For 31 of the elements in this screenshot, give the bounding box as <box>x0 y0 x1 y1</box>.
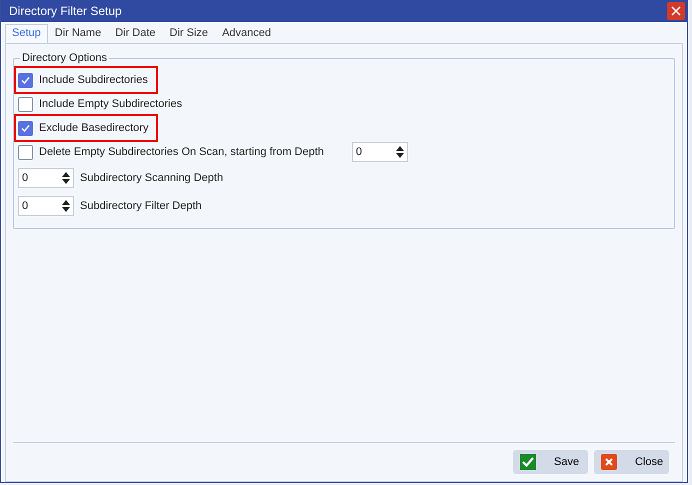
option-label: Exclude Basedirectory <box>39 122 148 134</box>
option-label: Delete Empty Subdirectories On Scan, starting from Depth <box>39 146 324 158</box>
close-button[interactable] <box>667 2 685 20</box>
checkbox[interactable] <box>18 72 33 88</box>
spin-arrows-icon[interactable] <box>62 199 70 213</box>
tab[interactable]: Advanced <box>215 24 278 43</box>
spin-field[interactable]: 0 <box>352 142 408 162</box>
checkbox[interactable] <box>18 144 33 160</box>
spin-field[interactable]: 0 <box>18 196 74 216</box>
tab[interactable]: Setup <box>5 24 48 43</box>
option-label: Include Empty Subdirectories <box>39 98 182 110</box>
checkbox[interactable] <box>18 96 33 112</box>
spin-arrows-icon[interactable] <box>396 145 404 159</box>
option-label: Include Subdirectories <box>39 74 148 86</box>
close-icon <box>671 6 681 16</box>
close-icon <box>601 454 617 470</box>
option-label: Subdirectory Filter Depth <box>80 200 202 212</box>
spin-arrows-icon[interactable] <box>62 171 70 185</box>
checkmark-icon <box>21 124 30 132</box>
close-button[interactable]: Close <box>594 450 669 474</box>
checkmark-icon <box>21 76 30 84</box>
tab[interactable]: Dir Date <box>108 24 163 43</box>
tab[interactable]: Dir Name <box>48 24 108 43</box>
window-title: Directory Filter Setup <box>9 4 122 18</box>
group-title: Directory Options <box>21 52 108 64</box>
tab[interactable]: Dir Size <box>162 24 216 43</box>
checkmark-icon <box>520 454 536 470</box>
spin-field[interactable]: 0 <box>18 168 74 188</box>
save-button[interactable]: Save <box>513 450 588 474</box>
checkbox[interactable] <box>18 120 33 136</box>
option-label: Subdirectory Scanning Depth <box>80 172 224 184</box>
